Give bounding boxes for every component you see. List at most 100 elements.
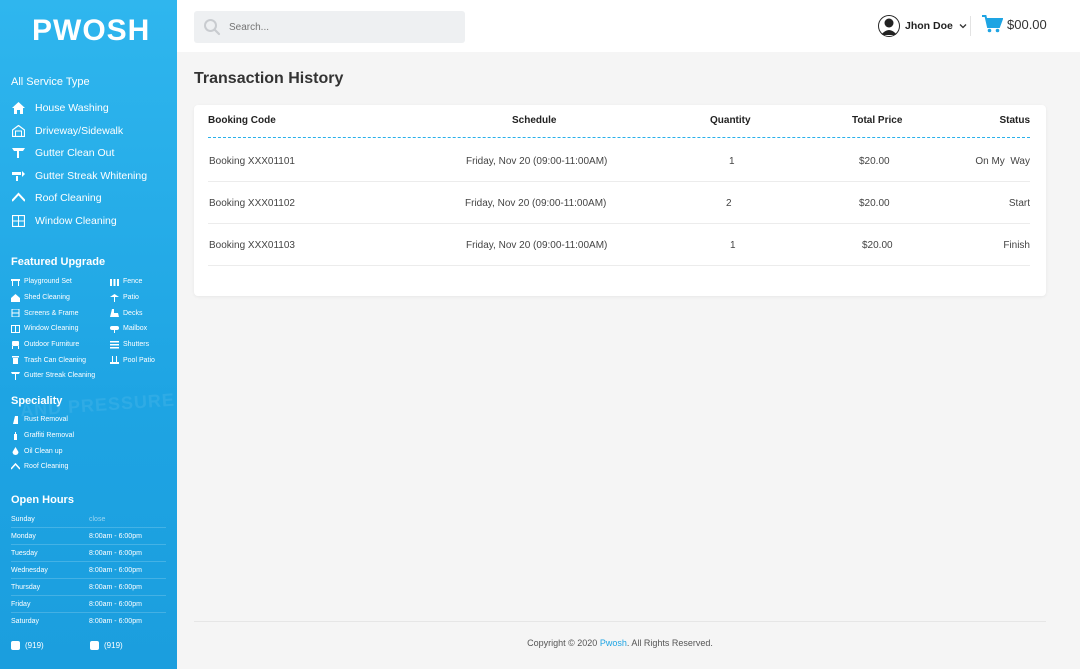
upgrade-item[interactable]: Screens & Frame: [11, 305, 110, 321]
upgrade-item[interactable]: Patio: [110, 290, 170, 306]
upgrade-item[interactable]: Mailbox: [110, 321, 170, 337]
garage-icon: [11, 124, 25, 137]
logo[interactable]: PWOSH: [32, 14, 150, 48]
table-row[interactable]: Booking XXX01103 Friday, Nov 20 (09:00-1…: [208, 225, 1030, 266]
status-badge: Finish: [1003, 240, 1030, 251]
upgrade-item[interactable]: Outdoor Furniture: [11, 337, 110, 353]
service-section-title: All Service Type: [11, 76, 90, 88]
gutter-streak-icon: [11, 170, 25, 182]
sidebar-item-roof-cleaning[interactable]: Roof Cleaning: [11, 187, 147, 210]
sidebar-item-window-cleaning[interactable]: Window Cleaning: [11, 210, 147, 233]
quantity: 2: [726, 198, 732, 209]
header-divider: [970, 16, 971, 36]
upgrade-item[interactable]: Playground Set: [11, 274, 110, 290]
upgrade-item[interactable]: Pool Patio: [110, 352, 170, 368]
roof-icon: [11, 462, 20, 471]
copyright-prefix: Copyright © 2020: [527, 638, 600, 648]
speciality-item[interactable]: Roof Cleaning: [11, 459, 74, 475]
gutter-icon: [11, 147, 25, 159]
upgrade-list: Playground Set Fence Shed Cleaning Patio…: [11, 274, 171, 384]
phone-link[interactable]: (919): [11, 641, 90, 650]
cart-icon: [982, 15, 1003, 33]
speciality-section-title: Speciality: [11, 395, 63, 407]
total-price: $20.00: [859, 156, 890, 167]
user-menu[interactable]: Jhon Doe: [878, 15, 967, 37]
footer-divider: [194, 621, 1046, 622]
sidebar-item-house-washing[interactable]: House Washing: [11, 97, 147, 120]
fence-icon: [110, 278, 119, 286]
sidebar-item-gutter-streak-whitening[interactable]: Gutter Streak Whitening: [11, 165, 147, 188]
gutter-icon: [11, 371, 20, 380]
sidebar-item-label: Roof Cleaning: [35, 192, 102, 205]
top-header: Jhon Doe $00.00: [177, 0, 1080, 52]
upgrade-section-title: Featured Upgrade: [11, 256, 106, 268]
pool-icon: [110, 356, 119, 365]
hours-section-title: Open Hours: [11, 494, 74, 506]
oil-drop-icon: [11, 447, 20, 456]
transaction-table: Booking Code Schedule Quantity Total Pri…: [194, 105, 1046, 296]
column-header-status: Status: [999, 115, 1030, 126]
booking-code: Booking XXX01102: [209, 198, 295, 209]
upgrade-item[interactable]: Window Cleaning: [11, 321, 110, 337]
speciality-item[interactable]: Graffiti Removal: [11, 428, 74, 444]
sidebar-item-driveway[interactable]: Driveway/Sidewalk: [11, 120, 147, 143]
upgrade-item[interactable]: Fence: [110, 274, 170, 290]
column-header-quantity: Quantity: [710, 115, 751, 126]
upgrade-item[interactable]: Decks: [110, 305, 170, 321]
upgrade-item[interactable]: Trash Can Cleaning: [11, 352, 110, 368]
hours-row: Sunday close: [11, 511, 166, 528]
window-icon: [11, 324, 20, 333]
sidebar-item-label: Window Cleaning: [35, 214, 117, 227]
upgrade-item[interactable]: Shed Cleaning: [11, 290, 110, 306]
speciality-item[interactable]: Rust Removal: [11, 412, 74, 428]
table-row[interactable]: Booking XXX01101 Friday, Nov 20 (09:00-1…: [208, 141, 1030, 182]
quantity: 1: [730, 240, 736, 251]
rust-removal-icon: [11, 415, 20, 424]
copyright-suffix: . All Rights Reserved.: [626, 638, 713, 648]
phone-icon: [90, 641, 99, 650]
column-header-booking-code: Booking Code: [208, 115, 276, 126]
speciality-item[interactable]: Oil Clean up: [11, 443, 74, 459]
phone-link[interactable]: (919): [90, 641, 169, 650]
hours-row: Wednesday 8:00am - 6:00pm: [11, 562, 166, 579]
schedule: Friday, Nov 20 (09:00-11:00AM): [465, 198, 607, 209]
mailbox-icon: [110, 325, 119, 333]
upgrade-item[interactable]: Gutter Streak Cleaning: [11, 368, 170, 384]
sidebar-item-gutter-clean-out[interactable]: Gutter Clean Out: [11, 142, 147, 165]
cart-button[interactable]: $00.00: [982, 15, 1047, 33]
page-title: Transaction History: [194, 70, 344, 87]
footer-brand-link[interactable]: Pwosh: [600, 638, 627, 648]
quantity: 1: [729, 156, 735, 167]
status-badge: On My Way: [975, 156, 1030, 167]
phone-icon: [11, 641, 20, 650]
speciality-list: Rust Removal Graffiti Removal Oil Clean …: [11, 412, 74, 475]
sidebar-item-label: Gutter Streak Whitening: [35, 169, 148, 182]
search-input[interactable]: [229, 21, 449, 33]
playground-icon: [11, 278, 20, 286]
search-bar[interactable]: [194, 11, 465, 43]
upgrade-item[interactable]: Shutters: [110, 337, 170, 353]
total-price: $20.00: [862, 240, 893, 251]
table-row[interactable]: Booking XXX01102 Friday, Nov 20 (09:00-1…: [208, 183, 1030, 224]
column-header-schedule: Schedule: [512, 115, 557, 126]
patio-icon: [110, 293, 119, 302]
spray-can-icon: [11, 431, 20, 440]
trash-can-icon: [11, 356, 20, 365]
home-icon: [11, 102, 25, 115]
cart-total: $00.00: [1007, 16, 1047, 32]
hours-row: Thursday 8:00am - 6:00pm: [11, 579, 166, 596]
hours-row: Tuesday 8:00am - 6:00pm: [11, 545, 166, 562]
schedule: Friday, Nov 20 (09:00-11:00AM): [466, 156, 608, 167]
booking-code: Booking XXX01103: [209, 240, 295, 251]
column-header-total-price: Total Price: [852, 115, 903, 126]
furniture-icon: [11, 340, 20, 349]
sidebar-item-label: Driveway/Sidewalk: [35, 124, 124, 137]
phone-list: (919) (919): [11, 641, 169, 650]
decks-icon: [110, 309, 119, 318]
hours-row: Saturday 8:00am - 6:00pm: [11, 618, 142, 625]
sidebar-item-label: House Washing: [35, 102, 109, 115]
user-name: Jhon Doe: [905, 20, 953, 32]
search-icon: [204, 19, 221, 36]
shed-icon: [11, 293, 20, 302]
schedule: Friday, Nov 20 (09:00-11:00AM): [466, 240, 608, 251]
